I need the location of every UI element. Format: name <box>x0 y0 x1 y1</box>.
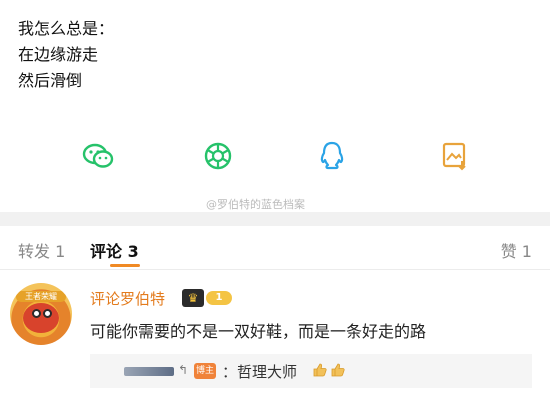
reply-arrow-icon: ↰ <box>178 363 189 377</box>
avatar-banner: 王者荣耀 <box>16 291 66 302</box>
tab-comment[interactable]: 评论 3 <box>90 238 139 262</box>
post-line: 然后滑倒 <box>18 71 83 90</box>
avatar[interactable]: 王者荣耀 <box>10 283 72 345</box>
wechat-icon <box>82 143 114 168</box>
tab-like[interactable]: 赞 1 <box>501 238 532 262</box>
reply-preview[interactable]: ↰ 博主 ：哲理大师 <box>90 354 532 388</box>
avatar-eye <box>32 309 41 318</box>
reply-text: ：哲理大师 <box>222 363 298 381</box>
thumbs-up-icon <box>313 363 327 377</box>
level-badge: 1 <box>206 291 232 305</box>
qq-icon <box>320 141 344 170</box>
author-badge: 博主 <box>194 363 216 379</box>
save-image-button[interactable] <box>436 138 472 174</box>
watermark-text: @罗伯特的蓝色档案 <box>206 198 305 211</box>
share-bar <box>0 138 550 188</box>
section-divider <box>0 212 550 226</box>
weibo-post-screen: 我怎么总是： 在边缘游走 然后滑倒 @罗伯特的蓝色档案 转发 1 评论 3 赞 … <box>0 0 550 406</box>
tab-repost[interactable]: 转发 1 <box>18 238 65 262</box>
thumbs-up-icon <box>331 363 345 377</box>
save-image-icon <box>442 142 466 171</box>
avatar-eye <box>43 309 52 318</box>
comment-text: 可能你需要的不是一双好鞋，而是一条好走的路 <box>90 322 427 341</box>
crown-icon: ♛ <box>182 289 204 307</box>
avatar-character <box>23 303 59 333</box>
post-content: 我怎么总是： 在边缘游走 然后滑倒 <box>18 16 114 94</box>
reply-username-redacted <box>124 367 174 376</box>
share-wechat-button[interactable] <box>80 138 116 174</box>
post-line: 在边缘游走 <box>18 45 99 64</box>
interaction-tabs: 转发 1 评论 3 赞 1 <box>0 226 550 270</box>
active-tab-indicator <box>110 264 140 267</box>
post-line: 我怎么总是： <box>18 19 115 38</box>
comment-username[interactable]: 评论罗伯特 <box>90 288 165 309</box>
share-qq-button[interactable] <box>314 138 350 174</box>
share-moments-button[interactable] <box>200 138 236 174</box>
moments-icon <box>204 142 232 170</box>
